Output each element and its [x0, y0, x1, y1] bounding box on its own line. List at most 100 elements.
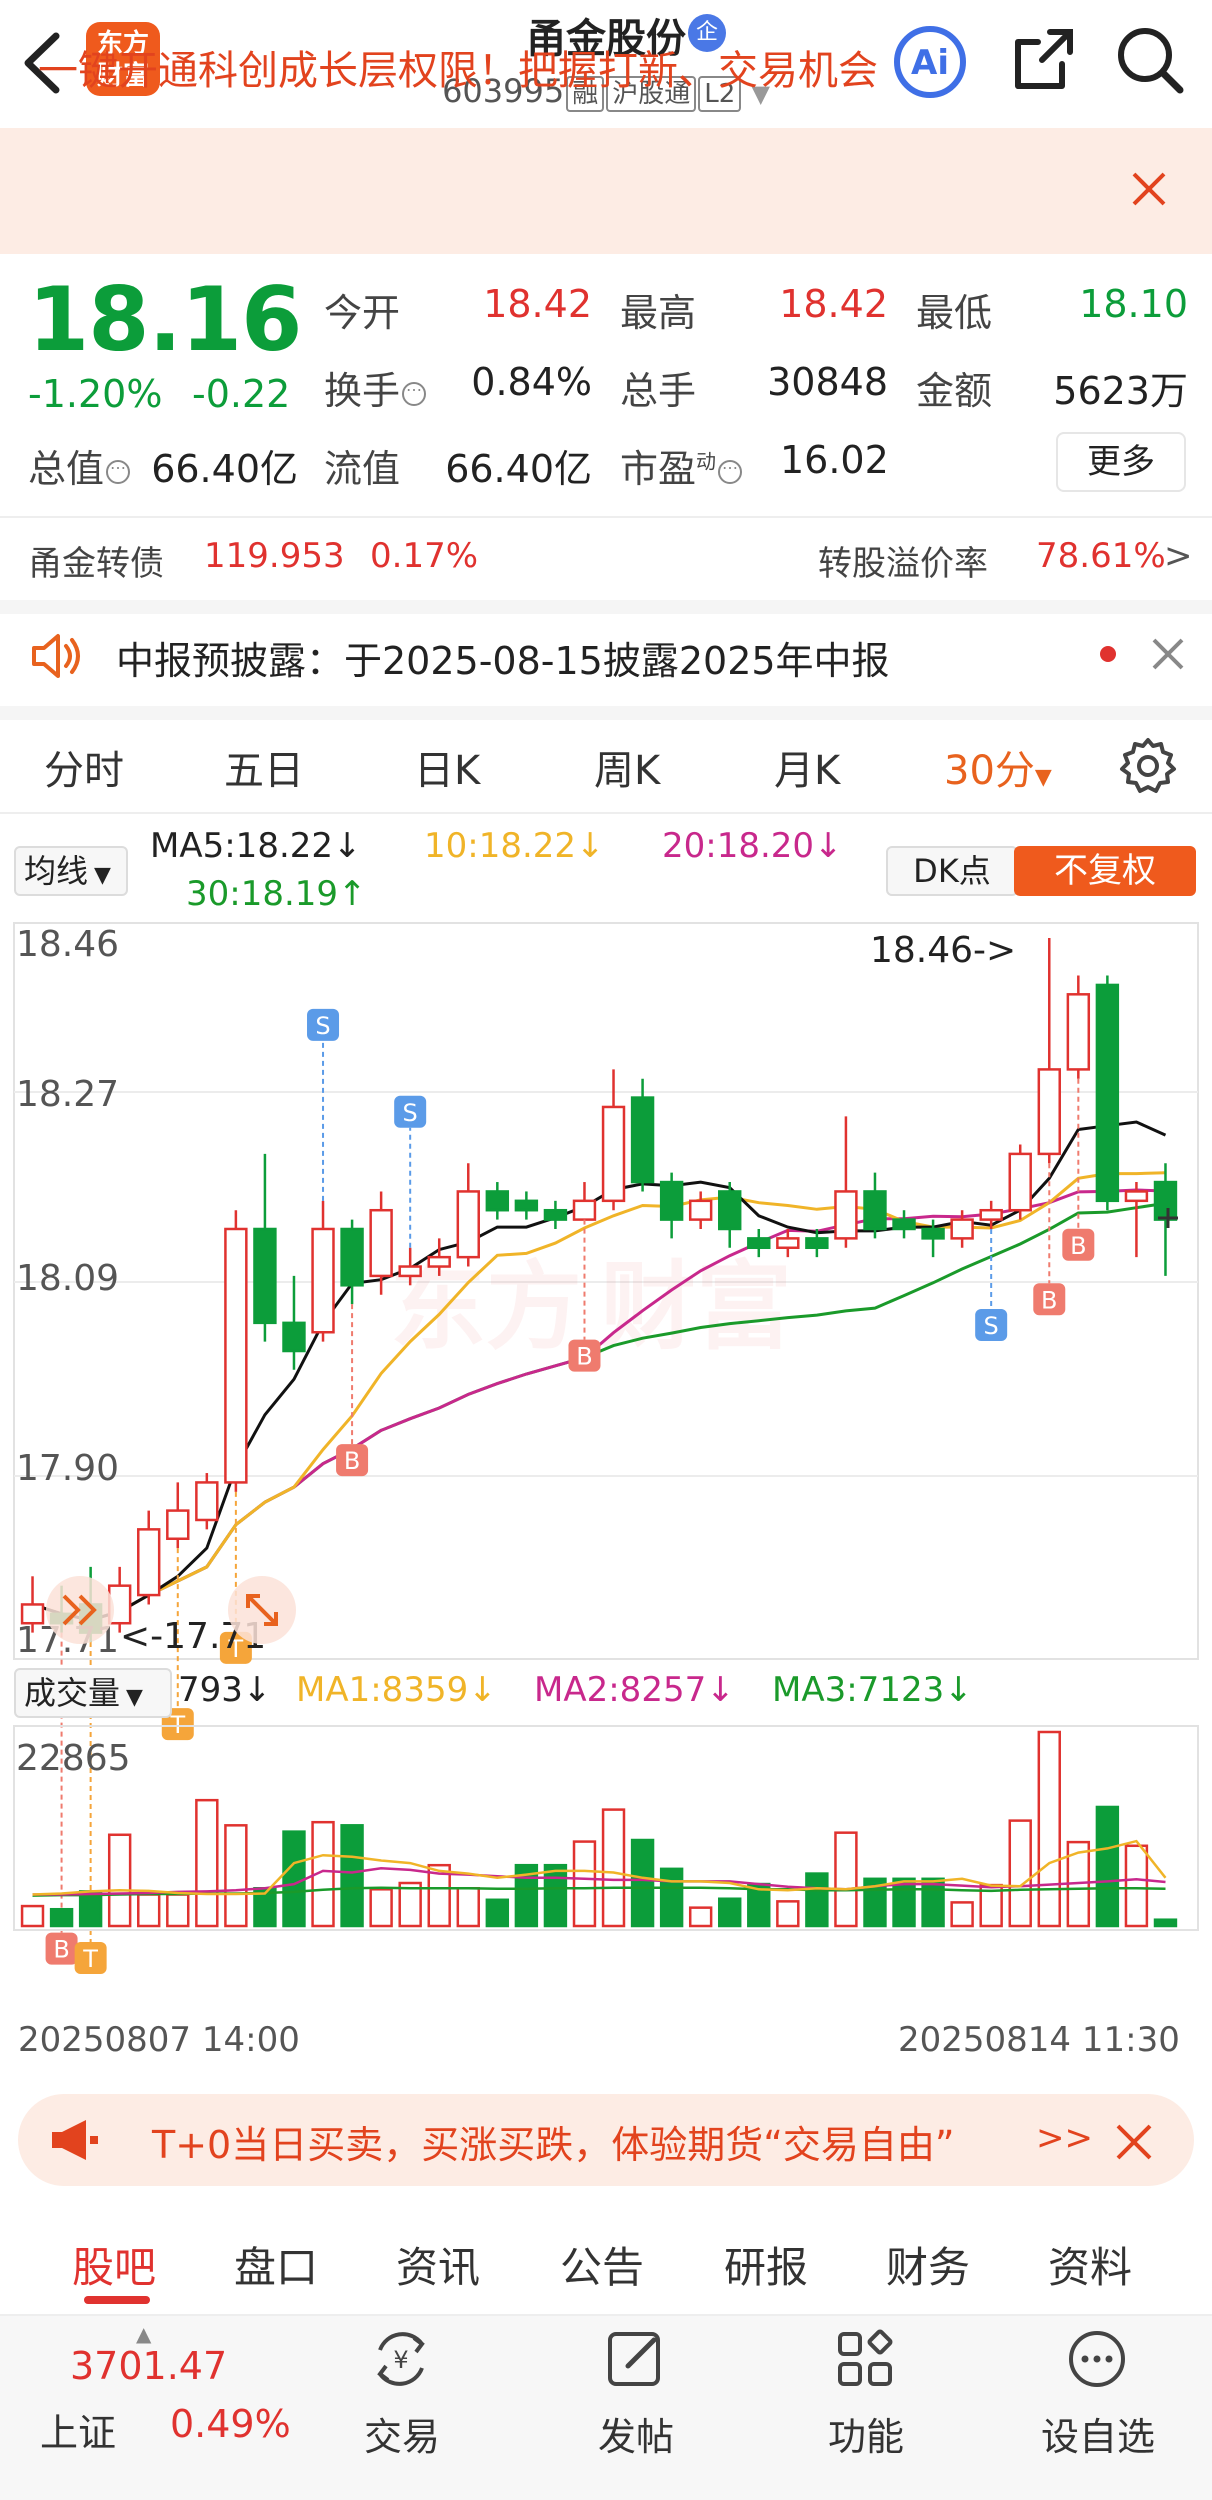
search-icon[interactable] — [1114, 24, 1186, 96]
volume-bar-down — [718, 1897, 742, 1928]
tab-monthly-k[interactable]: 月K — [774, 738, 840, 796]
close-icon[interactable] — [1150, 636, 1186, 672]
market-cap-label[interactable]: 总值 — [28, 438, 131, 493]
expand-icon[interactable] — [228, 1576, 296, 1644]
index-value[interactable]: 3701.47 — [70, 2344, 227, 2388]
candle-up — [427, 1255, 451, 1268]
trade-label[interactable]: 交易 — [332, 2406, 472, 2461]
volume-select-label: 成交量 — [24, 1674, 121, 1712]
add-watchlist-label[interactable]: 设自选 — [1028, 2406, 1168, 2461]
close-icon[interactable] — [1114, 2122, 1154, 2162]
active-tab-indicator — [84, 2296, 150, 2304]
volume-bar-up — [456, 1886, 480, 1928]
divider — [0, 600, 1212, 614]
volume-ma3: MA3:7123↓ — [772, 1670, 973, 1710]
close-icon[interactable] — [1126, 166, 1172, 212]
pe-label[interactable]: 市盈动 — [620, 438, 743, 493]
high-value: 18.42 — [779, 282, 888, 326]
functions-label[interactable]: 功能 — [796, 2406, 936, 2461]
indicator-select[interactable]: 均线 ▼ — [14, 846, 128, 896]
turnover-value: 0.84% — [471, 360, 592, 404]
candle-up — [776, 1237, 800, 1250]
speaker-icon — [28, 628, 84, 684]
volume-indicator-select[interactable]: 成交量 ▼ — [14, 1668, 172, 1718]
volume-ma2: MA2:8257↓ — [534, 1670, 735, 1710]
candle-up — [1037, 1068, 1061, 1156]
promo-banner-text: 一键开通科创成长层权限！把握打新、交易机会 — [38, 48, 878, 94]
candle-up — [979, 1208, 1003, 1221]
candle-up — [1066, 993, 1091, 1071]
tab-intraday[interactable]: 分时 — [44, 738, 124, 796]
ai-label: Ai — [911, 43, 949, 83]
candle-up — [950, 1218, 974, 1240]
ai-assistant-button[interactable]: Ai — [892, 24, 968, 100]
signal-letter: B — [344, 1447, 360, 1475]
current-price: 18.16 — [28, 268, 302, 371]
divider — [0, 706, 1212, 720]
turnover-label[interactable]: 换手 — [324, 360, 427, 415]
tab-research[interactable]: 研报 — [724, 2234, 808, 2295]
tab-30min[interactable]: 30分▼ — [944, 738, 1052, 796]
volume-bar-up — [776, 1900, 800, 1928]
more-button[interactable]: 更多 — [1056, 432, 1186, 492]
pe-value: 16.02 — [780, 438, 889, 482]
signal-letter: S — [984, 1312, 999, 1340]
notice-text[interactable]: 中报预披露：于2025-08-15披露2025年中报 — [116, 630, 890, 685]
index-name[interactable]: 上证 — [40, 2402, 116, 2457]
ma30-line — [32, 1201, 1166, 1622]
candle-up — [601, 1105, 626, 1203]
kline-chart[interactable]: 东方 财富 B TTTSSBBSBB 18.46 18.27 18.09 17.9… — [0, 920, 1212, 2010]
divider — [0, 812, 1212, 814]
volume-panel: 22865 — [13, 1725, 1199, 1931]
chevron-down-icon: ▼ — [126, 1685, 143, 1710]
low-label: 最低 — [916, 291, 993, 335]
tab-stock-forum[interactable]: 股吧 — [72, 2234, 156, 2295]
share-icon[interactable] — [1010, 24, 1078, 94]
turnover-label-text: 换手 — [324, 369, 401, 413]
dk-point-button[interactable]: DK点 — [886, 846, 1018, 896]
futures-ad-text: T+0当日买卖，买涨买跌，体验期货“交易自由” — [152, 2123, 955, 2167]
volume-bar-up — [369, 1888, 393, 1928]
tab-news[interactable]: 资讯 — [396, 2234, 480, 2295]
double-chevron-right-icon[interactable]: >> — [1036, 2118, 1093, 2158]
tab-daily-k[interactable]: 日K — [414, 738, 480, 796]
compose-post-label[interactable]: 发帖 — [566, 2406, 706, 2461]
chevron-right-icon[interactable]: > — [1164, 536, 1193, 576]
float-cap-label: 流值 — [324, 447, 401, 491]
signal-letter: B — [576, 1343, 592, 1371]
volume-value: 30848 — [767, 360, 888, 404]
yen-glyph: ¥ — [393, 2346, 408, 2374]
candle-down — [485, 1190, 510, 1212]
volume-bar-up — [137, 1893, 161, 1928]
no-adjust-button[interactable]: 不复权 — [1014, 846, 1196, 896]
candle-down — [282, 1321, 306, 1353]
candle-up — [1008, 1152, 1032, 1212]
tab-five-day[interactable]: 五日 — [224, 738, 304, 796]
market-cap-label-text: 总值 — [28, 447, 105, 491]
ma5-legend: MA5:18.22↓ — [150, 826, 362, 866]
ma30-legend: 30:18.19↑ — [186, 874, 367, 914]
convertible-bond-label[interactable]: 甬金转债 — [28, 536, 164, 585]
functions-grid-icon[interactable] — [834, 2328, 896, 2390]
volume-bar-up — [688, 1906, 713, 1928]
promo-banner[interactable] — [0, 128, 1212, 254]
tab-financials[interactable]: 财务 — [886, 2234, 970, 2295]
volume-bar-up — [107, 1833, 132, 1928]
tab-weekly-k[interactable]: 周K — [594, 738, 660, 796]
double-chevron-icon[interactable] — [46, 1576, 114, 1644]
convertible-bond-price: 119.953 — [204, 536, 345, 576]
gear-icon[interactable] — [1118, 736, 1178, 796]
candle-down — [630, 1096, 655, 1184]
compose-post-icon[interactable] — [604, 2328, 666, 2390]
candle-down — [253, 1227, 277, 1325]
tab-order-book[interactable]: 盘口 — [234, 2234, 318, 2295]
candle-up — [572, 1199, 597, 1221]
volume-bar-up — [1008, 1819, 1032, 1928]
more-options-icon[interactable] — [1066, 2328, 1128, 2390]
tab-profile[interactable]: 资料 — [1048, 2234, 1132, 2295]
divider — [0, 516, 1212, 518]
tab-announcements[interactable]: 公告 — [560, 2234, 644, 2295]
volume-bar-down — [543, 1863, 568, 1928]
megaphone-icon — [48, 2118, 100, 2162]
trade-icon[interactable]: ¥ — [370, 2328, 432, 2390]
